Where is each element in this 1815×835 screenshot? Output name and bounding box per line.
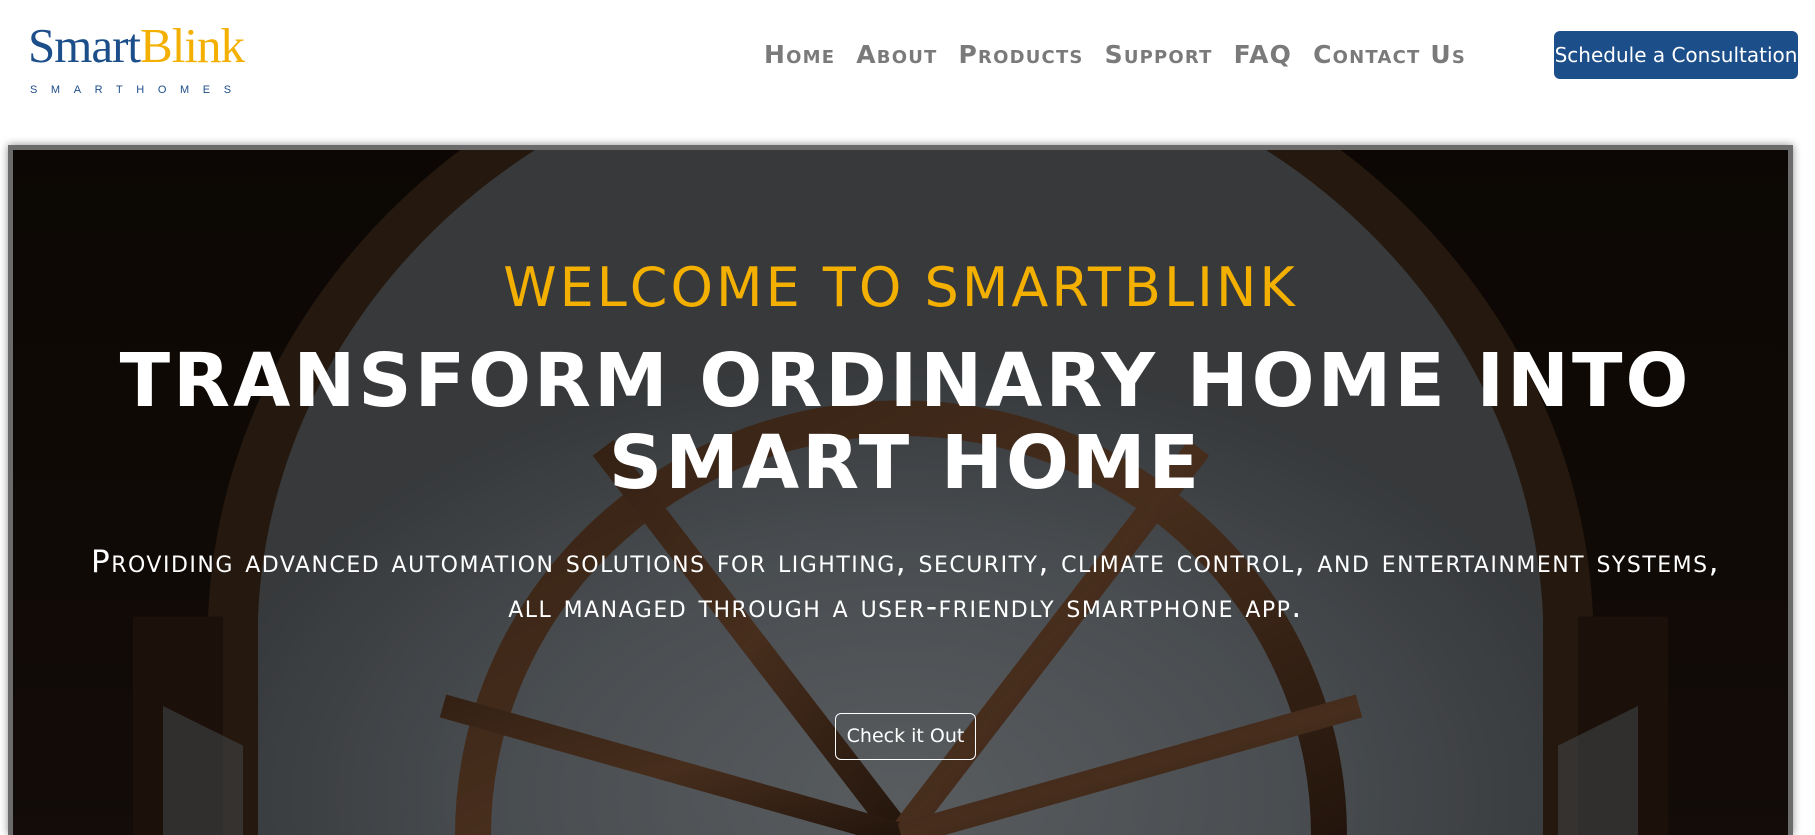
hero-section: WELCOME TO SMARTBLINK TRANSFORM ORDINARY… [8,145,1793,835]
check-it-out-button[interactable]: Check it Out [835,713,976,760]
hero-eyebrow: WELCOME TO SMARTBLINK [503,256,1298,319]
nav-item-contact-us[interactable]: Contact Us [1313,36,1466,74]
nav-item-about[interactable]: About [856,36,937,74]
site-header: SmartBlink SMARTHOMES Home About Product… [0,0,1815,110]
brand-logo[interactable]: SmartBlink SMARTHOMES [28,18,278,96]
nav-item-products[interactable]: Products [959,36,1084,74]
logo-wordmark: SmartBlink [28,18,245,74]
hero-title: TRANSFORM ORDINARY HOME INTO SMART HOME [119,338,1692,506]
hero-content: WELCOME TO SMARTBLINK TRANSFORM ORDINARY… [13,150,1788,835]
nav-item-faq[interactable]: FAQ [1234,36,1292,74]
nav-item-home[interactable]: Home [764,36,835,74]
nav-item-support[interactable]: Support [1105,36,1213,74]
logo-word-smart: Smart [28,18,141,73]
schedule-consultation-button[interactable]: Schedule a Consultation [1554,31,1798,79]
logo-tagline: SMARTHOMES [30,84,245,96]
logo-word-blink: Blink [140,18,245,73]
main-nav: Home About Products Support FAQ Contact … [764,36,1466,74]
hero-subtitle: Providing advanced automation solutions … [91,544,1720,625]
